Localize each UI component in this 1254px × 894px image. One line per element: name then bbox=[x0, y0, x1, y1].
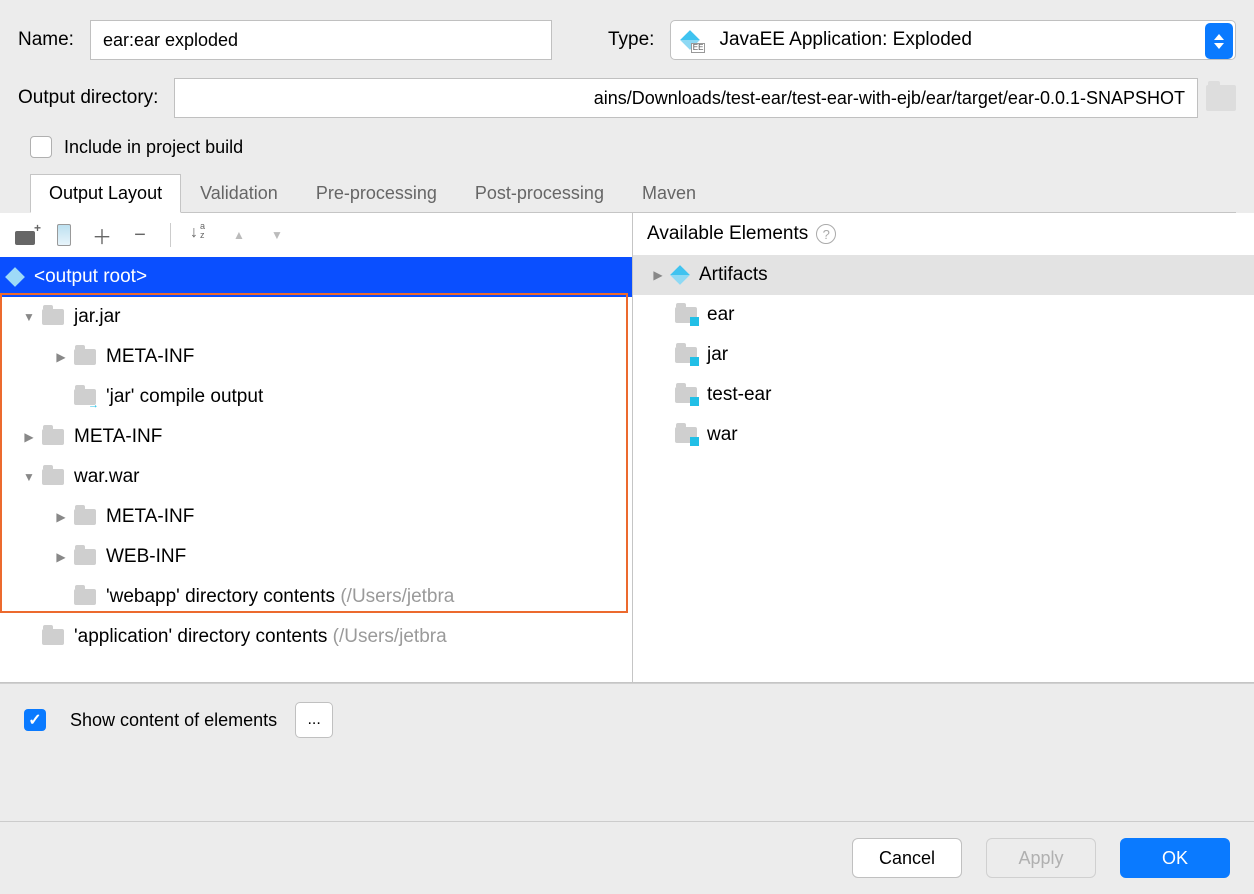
dropdown-arrows-icon bbox=[1205, 23, 1233, 59]
type-label: Type: bbox=[608, 29, 654, 51]
output-directory-input[interactable] bbox=[174, 78, 1198, 118]
chevron-right-icon[interactable] bbox=[20, 430, 38, 444]
folder-icon bbox=[42, 469, 64, 485]
show-content-checkbox[interactable] bbox=[24, 709, 46, 731]
tree-item-application-dir[interactable]: 'application' directory contents (/Users… bbox=[0, 617, 632, 657]
folder-icon bbox=[42, 629, 64, 645]
tree-item-war[interactable]: war.war bbox=[0, 457, 632, 497]
compile-output-icon bbox=[74, 389, 96, 405]
folder-icon bbox=[42, 429, 64, 445]
show-content-label: Show content of elements bbox=[70, 710, 277, 731]
new-folder-button[interactable] bbox=[14, 223, 38, 247]
add-button[interactable]: ＋ bbox=[90, 223, 114, 247]
artifacts-node[interactable]: Artifacts bbox=[633, 255, 1254, 295]
module-war[interactable]: war bbox=[633, 415, 1254, 455]
chevron-right-icon[interactable] bbox=[52, 510, 70, 524]
chevron-down-icon[interactable] bbox=[20, 310, 38, 324]
module-test-ear[interactable]: test-ear bbox=[633, 375, 1254, 415]
folder-icon bbox=[74, 509, 96, 525]
include-build-label: Include in project build bbox=[64, 137, 243, 158]
type-value: JavaEE Application: Exploded bbox=[719, 29, 971, 51]
tree-item-war-webinf[interactable]: WEB-INF bbox=[0, 537, 632, 577]
chevron-right-icon[interactable] bbox=[52, 350, 70, 364]
tab-pre-processing[interactable]: Pre-processing bbox=[297, 174, 456, 212]
tab-maven[interactable]: Maven bbox=[623, 174, 715, 212]
javaee-icon bbox=[681, 31, 699, 49]
chevron-down-icon[interactable] bbox=[20, 470, 38, 484]
module-icon bbox=[675, 347, 697, 363]
cancel-button[interactable]: Cancel bbox=[852, 838, 962, 878]
folder-icon bbox=[74, 349, 96, 365]
left-toolbar: ＋ − ▲ ▼ bbox=[0, 213, 632, 257]
artifact-icon bbox=[671, 266, 689, 284]
help-icon[interactable]: ? bbox=[816, 224, 836, 244]
chevron-right-icon[interactable] bbox=[52, 550, 70, 564]
tree-item-metainf[interactable]: META-INF bbox=[0, 417, 632, 457]
output-tree: <output root> jar.jar META-INF 'jar' com… bbox=[0, 257, 632, 657]
down-triangle-icon[interactable]: ▼ bbox=[265, 223, 289, 247]
remove-button[interactable]: − bbox=[128, 223, 152, 247]
available-tree: Artifacts ear jar test-ear war bbox=[633, 255, 1254, 455]
tree-item-webapp-dir[interactable]: 'webapp' directory contents (/Users/jetb… bbox=[0, 577, 632, 617]
available-elements-header: Available Elements ? bbox=[633, 213, 1254, 255]
module-icon bbox=[675, 427, 697, 443]
tree-item-jar-compile[interactable]: 'jar' compile output bbox=[0, 377, 632, 417]
module-jar[interactable]: jar bbox=[633, 335, 1254, 375]
folder-icon bbox=[74, 589, 96, 605]
new-archive-button[interactable] bbox=[52, 223, 76, 247]
name-input[interactable] bbox=[90, 20, 552, 60]
tab-post-processing[interactable]: Post-processing bbox=[456, 174, 623, 212]
artifact-icon bbox=[6, 268, 24, 286]
tab-output-layout[interactable]: Output Layout bbox=[30, 174, 181, 213]
include-build-checkbox[interactable] bbox=[30, 136, 52, 158]
tab-bar: Output Layout Validation Pre-processing … bbox=[30, 174, 1236, 213]
folder-icon bbox=[74, 549, 96, 565]
browse-folder-icon[interactable] bbox=[1206, 85, 1236, 111]
tab-validation[interactable]: Validation bbox=[181, 174, 297, 212]
toolbar-separator bbox=[170, 223, 171, 247]
chevron-right-icon[interactable] bbox=[649, 268, 667, 282]
tree-item-war-metainf[interactable]: META-INF bbox=[0, 497, 632, 537]
name-label: Name: bbox=[18, 29, 74, 51]
module-icon bbox=[675, 387, 697, 403]
type-dropdown[interactable]: JavaEE Application: Exploded bbox=[670, 20, 1236, 60]
sort-button[interactable] bbox=[189, 223, 213, 247]
tree-root[interactable]: <output root> bbox=[0, 257, 632, 297]
ok-button[interactable]: OK bbox=[1120, 838, 1230, 878]
apply-button: Apply bbox=[986, 838, 1096, 878]
module-icon bbox=[675, 307, 697, 323]
tree-item-jar[interactable]: jar.jar bbox=[0, 297, 632, 337]
dialog-footer: Cancel Apply OK bbox=[0, 821, 1254, 894]
tree-item-jar-metainf[interactable]: META-INF bbox=[0, 337, 632, 377]
options-button[interactable]: ... bbox=[295, 702, 333, 738]
folder-icon bbox=[42, 309, 64, 325]
outdir-label: Output directory: bbox=[18, 87, 158, 109]
up-triangle-icon[interactable]: ▲ bbox=[227, 223, 251, 247]
module-ear[interactable]: ear bbox=[633, 295, 1254, 335]
